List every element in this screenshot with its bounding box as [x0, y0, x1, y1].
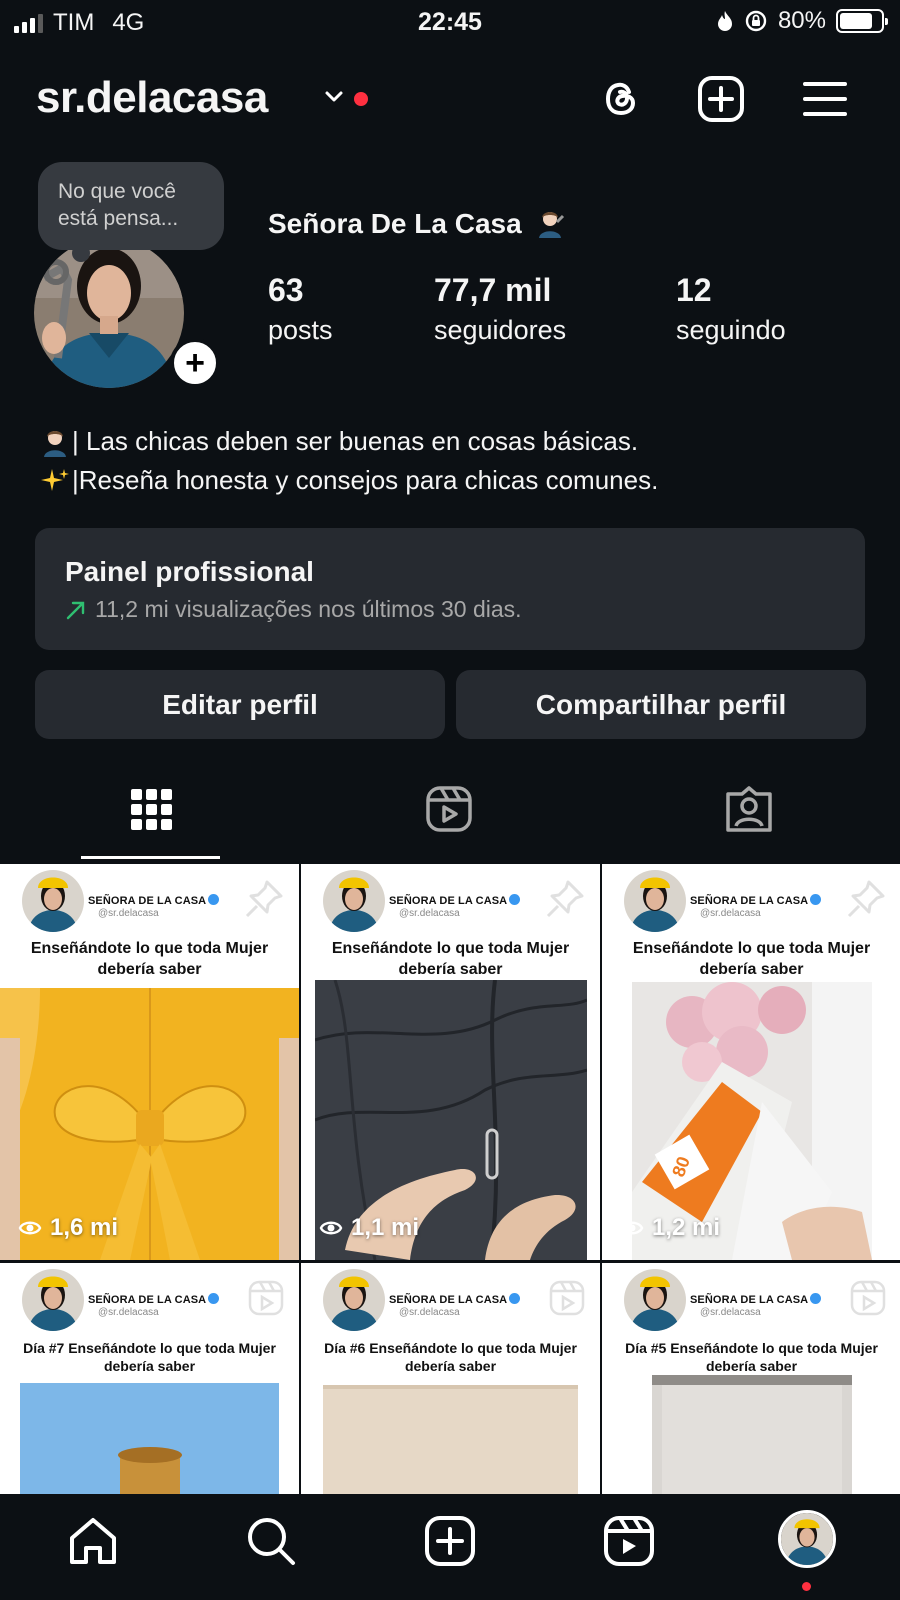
post-caption: Día #5 Enseñándote lo que toda Mujer deb…	[625, 1340, 878, 1374]
post-brand: SEÑORA DE LA CASA	[389, 894, 521, 907]
dashboard-subtitle: 11,2 mi visualizações nos últimos 30 dia…	[95, 596, 522, 622]
notification-dot	[354, 92, 368, 106]
username-switcher[interactable]: sr.delacasa	[36, 68, 268, 128]
post-avatar	[323, 870, 385, 932]
posts-grid: SEÑORA DE LA CASA @sr.delacasa Enseñándo…	[0, 864, 900, 1494]
note-bubble[interactable]: No que você está pensa...	[38, 162, 224, 262]
professional-dashboard[interactable]: Painel profissional 11,2 mi visualizaçõe…	[35, 528, 865, 650]
grid-icon[interactable]	[126, 784, 176, 834]
post-brand: SEÑORA DE LA CASA	[690, 1293, 822, 1306]
sparkles-emoji	[41, 468, 69, 491]
reel-indicator-icon	[248, 1280, 284, 1316]
threads-icon[interactable]	[596, 74, 646, 124]
post-avatar	[22, 870, 84, 932]
verified-icon	[509, 1293, 521, 1304]
play-views-icon	[620, 1221, 644, 1235]
view-count: 1,6 mi	[18, 1214, 118, 1242]
post-image	[323, 1385, 578, 1494]
verified-icon	[208, 894, 220, 905]
display-name: Señora De La Casa	[268, 208, 565, 240]
stat-followers[interactable]: 77,7 mil seguidores	[434, 270, 566, 350]
share-profile-button[interactable]: Compartilhar perfil	[456, 670, 866, 739]
post-avatar	[624, 1269, 686, 1331]
post-handle: @sr.delacasa	[700, 908, 761, 919]
profile-avatar[interactable]: +	[34, 238, 220, 398]
bio: | Las chicas deben ser buenas en cosas b…	[40, 422, 658, 500]
stat-posts[interactable]: 63 posts	[268, 270, 333, 350]
chevron-down-icon[interactable]	[322, 84, 346, 108]
view-count: 1,2 mi	[620, 1214, 720, 1242]
post-tile[interactable]: SEÑORA DE LA CASA @sr.delacasa Día #7 En…	[0, 1263, 299, 1494]
post-caption: Día #7 Enseñándote lo que toda Mujer deb…	[23, 1340, 276, 1374]
post-avatar	[323, 1269, 385, 1331]
post-brand: SEÑORA DE LA CASA	[88, 894, 220, 907]
status-bar: TIM 4G 22:45 80%	[0, 0, 900, 44]
orientation-lock-icon	[745, 10, 767, 32]
post-caption: Día #6 Enseñándote lo que toda Mujer deb…	[324, 1340, 577, 1374]
verified-icon	[509, 894, 521, 905]
post-brand: SEÑORA DE LA CASA	[389, 1293, 521, 1306]
battery-icon	[836, 9, 888, 33]
post-tile[interactable]: SEÑORA DE LA CASA @sr.delacasa Día #6 En…	[301, 1263, 600, 1494]
play-views-icon	[319, 1221, 343, 1235]
play-views-icon	[18, 1221, 42, 1235]
profile-avatar[interactable]	[778, 1510, 836, 1568]
profile-header: sr.delacasa	[36, 68, 864, 128]
post-avatar	[22, 1269, 84, 1331]
reel-indicator-icon	[549, 1280, 585, 1316]
post-caption: Enseñándote lo que toda Mujer debería sa…	[632, 940, 871, 978]
pin-icon	[847, 880, 885, 918]
post-handle: @sr.delacasa	[98, 1307, 159, 1318]
post-tile[interactable]: SEÑORA DE LA CASA @sr.delacasa Enseñándo…	[0, 864, 299, 1260]
menu-icon[interactable]	[800, 74, 850, 124]
create-icon[interactable]	[696, 74, 746, 124]
post-tile[interactable]: SEÑORA DE LA CASA @sr.delacasa Enseñándo…	[602, 864, 900, 1260]
bio-line-2: |Reseña honesta y consejos para chicas c…	[72, 465, 659, 495]
reel-indicator-icon	[850, 1280, 886, 1316]
home-icon[interactable]	[66, 1514, 120, 1568]
reels-icon[interactable]	[602, 1514, 656, 1568]
view-count: 1,1 mi	[319, 1214, 419, 1242]
add-story-button[interactable]: +	[170, 338, 220, 388]
reels-icon[interactable]	[424, 784, 474, 834]
stat-following[interactable]: 12 seguindo	[676, 270, 786, 350]
verified-icon	[208, 1293, 220, 1304]
create-icon[interactable]	[423, 1514, 477, 1568]
battery-percent: 80%	[777, 7, 826, 34]
post-caption: Enseñándote lo que toda Mujer debería sa…	[331, 940, 570, 978]
post-avatar	[624, 870, 686, 932]
bottom-navigation	[0, 1494, 900, 1600]
avatar	[34, 238, 184, 388]
post-image	[20, 1383, 279, 1494]
post-handle: @sr.delacasa	[700, 1307, 761, 1318]
post-tile[interactable]: SEÑORA DE LA CASA @sr.delacasa Día #5 En…	[602, 1263, 900, 1494]
notification-dot	[802, 1582, 811, 1591]
verified-icon	[810, 894, 822, 905]
post-image	[652, 1375, 852, 1494]
post-caption: Enseñándote lo que toda Mujer debería sa…	[30, 940, 269, 978]
post-brand: SEÑORA DE LA CASA	[690, 894, 822, 907]
post-tile[interactable]: SEÑORA DE LA CASA @sr.delacasa Enseñándo…	[301, 864, 600, 1260]
post-handle: @sr.delacasa	[399, 908, 460, 919]
pin-icon	[546, 880, 584, 918]
post-handle: @sr.delacasa	[98, 908, 159, 919]
verified-icon	[810, 1293, 822, 1304]
tagged-icon[interactable]	[724, 784, 774, 834]
edit-profile-button[interactable]: Editar perfil	[35, 670, 445, 739]
woman-mechanic-emoji	[539, 212, 565, 238]
dashboard-title: Painel profissional	[65, 556, 314, 587]
search-icon[interactable]	[244, 1514, 298, 1568]
woman-mechanic-emoji	[44, 430, 66, 457]
bio-line-1: | Las chicas deben ser buenas en cosas b…	[72, 426, 639, 456]
flame-icon	[717, 11, 732, 31]
post-handle: @sr.delacasa	[399, 1307, 460, 1318]
pin-icon	[245, 880, 283, 918]
post-brand: SEÑORA DE LA CASA	[88, 1293, 220, 1306]
active-tab-indicator	[81, 856, 220, 859]
trend-up-icon	[66, 601, 85, 619]
